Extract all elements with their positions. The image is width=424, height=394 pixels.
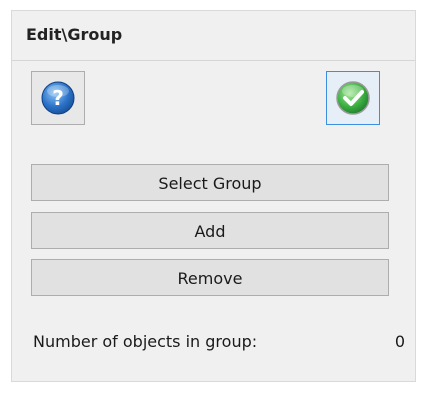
panel-header: Edit\Group: [12, 11, 415, 61]
object-count-value: 0: [394, 332, 405, 351]
help-icon: ?: [41, 81, 75, 115]
panel-title: Edit\Group: [26, 25, 123, 44]
confirm-button[interactable]: [326, 71, 380, 125]
svg-text:?: ?: [52, 86, 64, 110]
checkmark-icon: [336, 81, 370, 115]
select-group-button[interactable]: Select Group: [31, 164, 389, 201]
remove-button[interactable]: Remove: [31, 259, 389, 296]
object-count-label: Number of objects in group:: [33, 332, 258, 351]
add-button[interactable]: Add: [31, 212, 389, 249]
help-button[interactable]: ?: [31, 71, 85, 125]
